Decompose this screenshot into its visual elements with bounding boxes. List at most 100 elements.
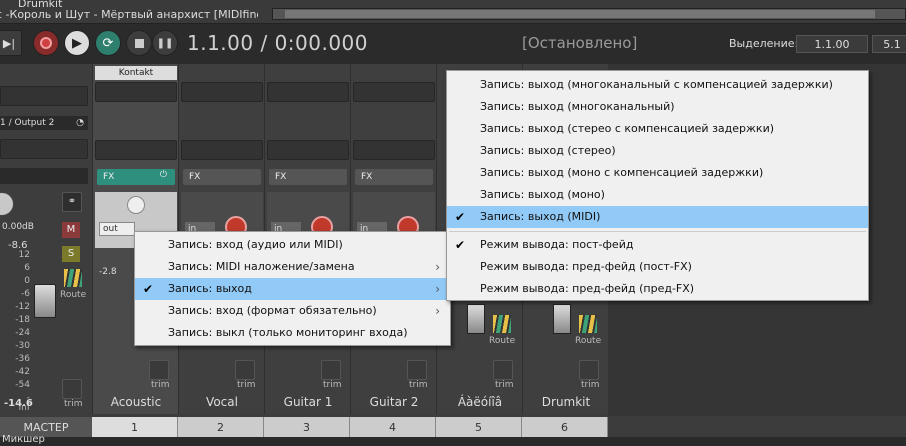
menu-item-record-output[interactable]: ✔ Запись: выход ›: [135, 278, 450, 300]
fx-slot[interactable]: [181, 140, 263, 160]
output-routing[interactable]: 1 / Output 2 ◔: [0, 116, 88, 130]
trim-label: trim: [323, 380, 342, 390]
menu-item-output-stereo[interactable]: Запись: выход (стерео): [447, 140, 868, 162]
fx-slot[interactable]: [95, 140, 177, 160]
master-fader[interactable]: [34, 284, 56, 318]
submenu-arrow-icon: ›: [435, 282, 440, 296]
fx-button[interactable]: FX: [269, 169, 347, 185]
scale-m30: -30: [15, 341, 30, 351]
channel-number: 3: [264, 417, 350, 437]
trim-label: trim: [151, 380, 170, 390]
horizontal-scrollbar[interactable]: [272, 8, 906, 20]
menu-item-label: Запись: выход (моно с компенсацией задер…: [480, 166, 764, 179]
title-strip: Drumkit с -Король и Шут - Мёртвый анархи…: [0, 0, 906, 24]
menu-item-output-mono-latency[interactable]: Запись: выход (моно с компенсацией задер…: [447, 162, 868, 184]
channel-name[interactable]: Drumkit: [523, 395, 609, 409]
selection-start-field[interactable]: 1.1.00: [796, 35, 868, 53]
channel-name[interactable]: Guitar 2: [351, 395, 437, 409]
menu-item-label: Запись: выход (MIDI): [480, 210, 601, 223]
skip-end-button[interactable]: ▶|: [0, 30, 22, 56]
output-label: 1 / Output 2: [0, 118, 55, 128]
repeat-button[interactable]: ⟳: [95, 30, 121, 56]
stop-button[interactable]: [126, 30, 152, 56]
fx-button[interactable]: FX ⏻: [97, 169, 175, 185]
fx-slot[interactable]: [353, 140, 435, 160]
channel-name[interactable]: Acoustic: [93, 395, 179, 409]
master-level: -14.6: [4, 398, 33, 409]
pause-button[interactable]: ❚❚: [152, 30, 178, 56]
fx-slot[interactable]: [181, 82, 263, 102]
menu-item-record-off[interactable]: Запись: выкл (только мониторинг входа): [135, 322, 450, 344]
menu-item-output-pre-fader-post-fx[interactable]: Режим вывода: пред-фейд (пост-FX): [447, 256, 868, 278]
fx-slot[interactable]: [0, 139, 88, 159]
menu-item-output-multichannel-latency[interactable]: Запись: выход (многоканальный с компенса…: [447, 74, 868, 96]
fx-slot[interactable]: [267, 140, 349, 160]
menu-item-label: Запись: выход (многоканальный): [480, 100, 675, 113]
fx-slot[interactable]: [0, 86, 88, 106]
fx-slot[interactable]: [353, 82, 435, 102]
fx-slot[interactable]: [267, 82, 349, 102]
fx-button[interactable]: FX: [183, 169, 261, 185]
channel-fader[interactable]: [467, 304, 485, 334]
menu-item-record-input-forced[interactable]: Запись: вход (формат обязательно) ›: [135, 300, 450, 322]
menu-item-output-midi[interactable]: ✔ Запись: выход (MIDI): [447, 206, 868, 228]
solo-button[interactable]: S: [62, 246, 80, 262]
channel-name[interactable]: Vocal: [179, 395, 265, 409]
menu-item-midi-overdub[interactable]: Запись: MIDI наложение/замена ›: [135, 256, 450, 278]
master-db: 0.00dB: [2, 222, 34, 232]
play-button[interactable]: ▶: [64, 30, 90, 56]
channel-name[interactable]: Guitar 1: [265, 395, 351, 409]
trim-button[interactable]: [235, 360, 255, 380]
power-icon: ⏻: [159, 170, 167, 180]
menu-item-label: Запись: выход (стерео с компенсацией зад…: [480, 122, 775, 135]
io-label: out: [103, 224, 118, 234]
scrollbar-thumb[interactable]: [285, 10, 875, 18]
route-label: Route: [60, 290, 87, 300]
selection-end-field[interactable]: 5.1: [872, 35, 906, 53]
menu-item-output-mono[interactable]: Запись: выход (моно): [447, 184, 868, 206]
pan-knob[interactable]: [127, 196, 145, 214]
check-icon: ✔: [455, 238, 466, 252]
menu-item-output-stereo-latency[interactable]: Запись: выход (стерео с компенсацией зад…: [447, 118, 868, 140]
menu-item-label: Запись: выход (многоканальный с компенса…: [480, 78, 833, 91]
menu-item-output-pre-fader-pre-fx[interactable]: Режим вывода: пред-фейд (пред-FX): [447, 278, 868, 300]
fx-label: FX: [189, 172, 201, 182]
record-button[interactable]: [33, 30, 59, 56]
trim-button[interactable]: [62, 379, 82, 399]
channel-number: 1: [92, 417, 178, 437]
channel-number: 5: [436, 417, 522, 437]
output-mode-button[interactable]: out: [99, 222, 135, 236]
mono-stereo-button[interactable]: ⚭: [62, 192, 82, 212]
play-status: [Остановлено]: [522, 34, 638, 52]
menu-item-output-multichannel[interactable]: Запись: выход (многоканальный): [447, 96, 868, 118]
channel-name[interactable]: Áàëóíîâ: [437, 395, 523, 409]
mute-button[interactable]: M: [62, 222, 80, 238]
submenu-arrow-icon: ›: [435, 304, 440, 318]
mixer-tab[interactable]: Микшер: [2, 434, 45, 445]
menu-item-record-input[interactable]: Запись: вход (аудио или MIDI): [135, 234, 450, 256]
master-fx-bar[interactable]: [0, 168, 88, 184]
play-icon: ▶: [72, 35, 82, 51]
scale-m24: -24: [15, 328, 30, 338]
trim-button[interactable]: [407, 360, 427, 380]
menu-item-output-post-fader[interactable]: ✔ Режим вывода: пост-фейд: [447, 234, 868, 256]
trim-button[interactable]: [493, 360, 513, 380]
menu-item-label: Запись: вход (формат обязательно): [168, 304, 377, 317]
check-icon: ✔: [143, 282, 154, 296]
menu-separator: [449, 231, 866, 232]
link-icon: ⚭: [67, 196, 77, 207]
fx-slot[interactable]: [95, 82, 177, 102]
trim-button[interactable]: [321, 360, 341, 380]
trim-button[interactable]: [579, 360, 599, 380]
route-icon[interactable]: [64, 269, 82, 287]
trim-button[interactable]: [149, 360, 169, 380]
channel-fader[interactable]: [553, 304, 571, 334]
pan-knob[interactable]: [0, 192, 14, 216]
fx-label: FX: [275, 172, 287, 182]
route-label: Route: [575, 336, 602, 346]
channel-number: 4: [350, 417, 436, 437]
fx-button[interactable]: FX: [355, 169, 433, 185]
route-icon[interactable]: [493, 315, 511, 333]
plugin-slot[interactable]: Kontakt: [95, 66, 177, 80]
route-icon[interactable]: [579, 315, 597, 333]
